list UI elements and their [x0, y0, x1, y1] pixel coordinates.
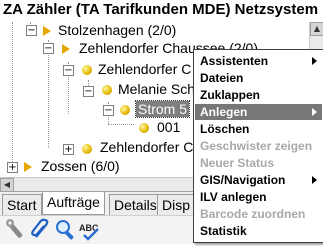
menu-item-dateien[interactable]: Dateien	[195, 70, 322, 86]
context-menu: Assistenten Dateien Zuklappen Anlegen Lö…	[193, 49, 323, 243]
menu-item-neuer-status: Neuer Status	[200, 156, 275, 170]
scroll-up-icon[interactable]: ▲	[310, 22, 323, 36]
tree-node-label[interactable]: Zossen (6/0)	[41, 158, 120, 174]
collapse-icon[interactable]: −	[26, 25, 37, 36]
tree-node-label[interactable]: Zehlendorfer C	[100, 139, 193, 155]
yellow-ball-icon	[82, 65, 92, 75]
paperclip-icon[interactable]	[28, 217, 52, 241]
collapse-icon[interactable]: −	[83, 86, 94, 97]
menu-item-ilv-anlegen[interactable]: ILV anlegen	[195, 189, 322, 205]
tree-node-label[interactable]: Zehlendorfer C	[98, 61, 191, 77]
magnifier-icon[interactable]	[53, 217, 77, 241]
folder-triangle-icon	[62, 44, 70, 54]
window-title: ZA Zähler (TA Tarifkunden MDE) Netzsyste…	[3, 1, 319, 18]
menu-item-loeschen[interactable]: Löschen	[195, 121, 322, 137]
menu-item-statistik[interactable]: Statistik	[195, 223, 322, 239]
menu-item-anlegen[interactable]: Anlegen	[195, 104, 322, 120]
collapse-icon[interactable]: −	[103, 105, 114, 116]
folder-triangle-icon	[43, 26, 51, 36]
tree-node-label-selected[interactable]: Strom 5	[134, 100, 191, 118]
tree-node-label[interactable]: 001	[157, 119, 180, 135]
submenu-arrow-icon	[312, 108, 317, 116]
wrench-icon[interactable]	[3, 217, 27, 241]
menu-item-assistenten[interactable]: Assistenten	[195, 53, 322, 69]
yellow-ball-icon	[139, 123, 149, 133]
tab-disp[interactable]: Disp	[157, 194, 196, 216]
menu-item-geschwister-zeigen: Geschwister zeigen	[200, 139, 313, 153]
tree-node-label[interactable]: Stolzenhagen (2/0)	[58, 22, 176, 38]
tree-connector	[108, 124, 134, 125]
folder-triangle-icon	[24, 162, 32, 172]
collapse-icon[interactable]: −	[43, 43, 54, 54]
menu-item-zuklappen[interactable]: Zuklappen	[195, 87, 322, 103]
tree-connector	[12, 22, 13, 164]
menu-item-gis-navigation[interactable]: GIS/Navigation	[195, 172, 322, 188]
expand-icon[interactable]: +	[7, 162, 18, 173]
submenu-arrow-icon	[312, 176, 317, 184]
title-bar: ZA Zähler (TA Tarifkunden MDE) Netzsyste…	[0, 0, 323, 23]
collapse-icon[interactable]: −	[63, 65, 74, 76]
tree-connector	[48, 40, 49, 148]
menu-item-barcode-zuordnen: Barcode zuordnen	[200, 207, 306, 221]
tab-auftraege[interactable]: Aufträge	[42, 192, 105, 215]
tab-details[interactable]: Details	[109, 194, 162, 216]
yellow-ball-icon	[120, 105, 130, 115]
expand-icon[interactable]: +	[63, 144, 74, 155]
yellow-ball-icon	[82, 144, 92, 154]
submenu-arrow-icon	[312, 57, 317, 65]
yellow-ball-icon	[102, 85, 112, 95]
tree-node-label[interactable]: Melanie Sch	[118, 81, 195, 97]
tab-start[interactable]: Start	[2, 194, 42, 216]
scroll-left-icon[interactable]: ◀	[0, 178, 14, 192]
spellcheck-abc-icon[interactable]: ABC	[78, 217, 102, 241]
